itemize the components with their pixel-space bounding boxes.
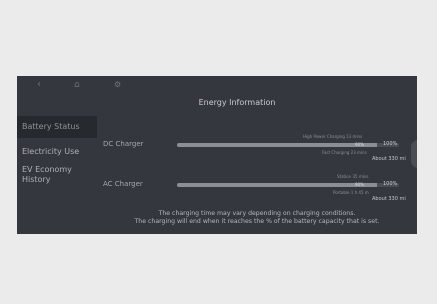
ac-top-caption: Station 35 mins <box>337 174 369 179</box>
ac-mid-caption: Portable 1 h 45 m <box>333 190 369 195</box>
settings-icon[interactable]: ⚙ <box>114 78 121 92</box>
sidebar-item-ev-economy-history[interactable]: EV Economy History <box>17 165 87 185</box>
dc-percent: 100% <box>383 141 398 147</box>
ac-bar-text: 90% <box>355 182 364 187</box>
dc-about-range: About 330 mi <box>372 156 406 162</box>
charging-note-line2: The charging will end when it reaches th… <box>134 218 380 225</box>
ac-charge-bar <box>177 183 399 187</box>
edge-handle[interactable] <box>411 140 417 168</box>
dc-charge-fill <box>177 143 377 147</box>
ac-charge-fill <box>177 183 377 187</box>
dc-mid-caption: Fast Charging 23 mins <box>322 150 367 155</box>
dc-bar-text: 90% <box>355 142 364 147</box>
sidebar-item-label: Battery Status <box>22 122 80 131</box>
dc-top-caption: High Power Charging 13 mins <box>303 134 363 139</box>
sidebar-item-battery-status[interactable]: Battery Status <box>17 116 97 138</box>
dc-charge-bar <box>177 143 399 147</box>
vehicle-screen: ‹ ⌂ ⚙ Energy Information Battery Status … <box>17 76 417 234</box>
sidebar-item-label: Electricity Use <box>22 147 80 156</box>
home-icon[interactable]: ⌂ <box>74 78 80 92</box>
back-arrow-icon[interactable]: ‹ <box>37 78 41 92</box>
top-bar: ‹ ⌂ ⚙ <box>17 76 417 96</box>
page-title: Energy Information <box>198 98 276 107</box>
ac-about-range: About 330 mi <box>372 196 406 202</box>
ac-charger-label: AC Charger <box>103 180 143 188</box>
sidebar-item-label: EV Economy History <box>22 165 72 184</box>
ac-percent: 100% <box>383 181 398 187</box>
sidebar-item-electricity-use[interactable]: Electricity Use <box>17 147 97 157</box>
dc-charger-label: DC Charger <box>103 140 144 148</box>
